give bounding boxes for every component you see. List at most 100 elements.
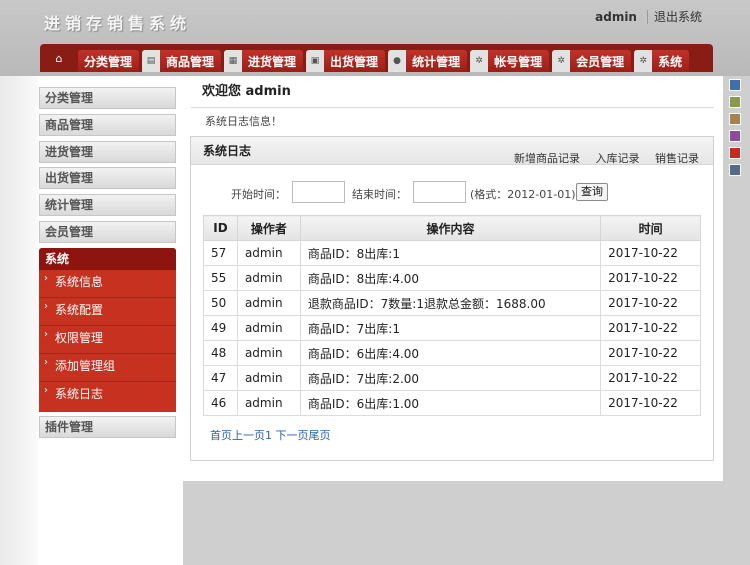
theme-swatch-slate[interactable] — [729, 164, 741, 176]
theme-swatch-red[interactable] — [729, 147, 741, 159]
pagination[interactable]: 首页上一页1 下一页尾页 — [210, 427, 331, 443]
nav-tab-label: 分类管理 — [84, 54, 133, 69]
cell-operator: admin — [236, 390, 301, 416]
cell-content: 商品ID：7出库:1 — [299, 315, 602, 341]
sidebar-item-member[interactable]: 会员管理 — [39, 221, 176, 243]
arrow-icon: › — [44, 301, 48, 312]
table-row: 57 admin 商品ID：8出库:1 2017-10-22 — [203, 240, 701, 266]
start-time-label: 开始时间： — [231, 188, 286, 201]
document-icon: ▦ — [224, 50, 243, 72]
nav-tab-purchase[interactable]: ▦ 进货管理 — [224, 50, 304, 72]
date-filter: 开始时间： 结束时间： (格式：2012-01-01) 查询 — [191, 181, 713, 205]
sidebar-sub-add-group[interactable]: › 添加管理组 — [39, 354, 176, 382]
nav-tab-product[interactable]: ▤ 商品管理 — [142, 50, 222, 72]
sidebar-system-group: 系统 › 系统信息 › 系统配置 › 权限管理 › 添加管理组 › 系统日志 — [39, 248, 176, 412]
nav-tab-category[interactable]: 分类管理 — [78, 50, 140, 72]
theme-swatch-olive[interactable] — [729, 96, 741, 108]
nav-tab-shipment[interactable]: ▣ 出货管理 — [306, 50, 386, 72]
cell-id: 50 — [203, 290, 238, 316]
nav-tab-account[interactable]: ✲ 帐号管理 — [470, 50, 550, 72]
cell-id: 49 — [203, 315, 238, 341]
cell-time: 2017-10-22 — [600, 390, 701, 416]
theme-swatch-brown[interactable] — [729, 113, 741, 125]
gear-icon: ✲ — [470, 50, 489, 72]
col-id: ID — [203, 215, 238, 241]
cell-content: 退款商品ID：7数量:1退款总金额：1688.00 — [299, 290, 602, 316]
sidebar-sub-label: 权限管理 — [55, 331, 104, 345]
nav-tab-label: 出货管理 — [330, 54, 379, 69]
sidebar-sub-system-log[interactable]: › 系统日志 — [39, 382, 176, 410]
app-title: 进销存销售系统 — [44, 14, 192, 33]
home-icon[interactable]: ⌂ — [44, 46, 74, 70]
start-time-input[interactable] — [292, 181, 345, 203]
cell-id: 48 — [203, 340, 238, 366]
table-row: 49 admin 商品ID：7出库:1 2017-10-22 — [203, 315, 701, 341]
logout-link[interactable]: 退出系统 — [648, 8, 708, 25]
format-hint: (格式：2012-01-01) — [470, 188, 576, 201]
cell-operator: admin — [236, 315, 301, 341]
sidebar-sub-label: 系统配置 — [55, 303, 104, 317]
arrow-icon: › — [44, 329, 48, 340]
arrow-icon: › — [44, 273, 48, 284]
sidebar-item-plugins[interactable]: 插件管理 — [39, 416, 176, 438]
arrow-icon: › — [44, 385, 48, 396]
end-time-input[interactable] — [413, 181, 466, 203]
main-nav: ⌂ 分类管理 ▤ 商品管理 ▦ 进货管理 ▣ 出货管理 ● 统计管理 ✲ 帐号管… — [40, 44, 713, 72]
sidebar-system-title[interactable]: 系统 — [39, 248, 176, 270]
cell-content: 商品ID：6出库:4.00 — [299, 340, 602, 366]
stock-in-records-link[interactable]: 入库记录 — [596, 152, 640, 165]
col-operator: 操作者 — [236, 215, 301, 241]
sidebar-shade — [0, 76, 38, 565]
log-table: ID 操作者 操作内容 时间 57 admin 商品ID：8出库:1 2017-… — [203, 215, 701, 416]
cell-id: 57 — [203, 240, 238, 266]
nav-tab-label: 进货管理 — [248, 54, 297, 69]
sidebar-item-statistics[interactable]: 统计管理 — [39, 194, 176, 216]
table-row: 55 admin 商品ID：8出库:4.00 2017-10-22 — [203, 265, 701, 291]
top-links: admin 退出系统 — [589, 8, 708, 25]
table-row: 50 admin 退款商品ID：7数量:1退款总金额：1688.00 2017-… — [203, 290, 701, 316]
cell-content: 商品ID：7出库:2.00 — [299, 365, 602, 391]
cell-time: 2017-10-22 — [600, 340, 701, 366]
sidebar-sub-label: 系统信息 — [55, 275, 104, 289]
new-product-records-link[interactable]: 新增商品记录 — [514, 152, 580, 165]
cell-time: 2017-10-22 — [600, 290, 701, 316]
header: 进销存销售系统 admin 退出系统 ⌂ 分类管理 ▤ 商品管理 ▦ 进货管理 ▣… — [0, 0, 750, 76]
sidebar-item-product[interactable]: 商品管理 — [39, 114, 176, 136]
sidebar-sub-system-info[interactable]: › 系统信息 — [39, 270, 176, 298]
welcome-title: 欢迎您 admin — [191, 78, 714, 108]
sidebar-item-purchase[interactable]: 进货管理 — [39, 141, 176, 163]
nav-tab-label: 商品管理 — [166, 54, 215, 69]
end-time-label: 结束时间： — [352, 188, 407, 201]
table-row: 48 admin 商品ID：6出库:4.00 2017-10-22 — [203, 340, 701, 366]
gear-icon: ✲ — [634, 50, 653, 72]
nav-tab-system[interactable]: ✲ 系统 — [634, 50, 690, 72]
cell-time: 2017-10-22 — [600, 315, 701, 341]
notice-text: 系统日志信息！ — [205, 115, 282, 128]
theme-swatch-purple[interactable] — [729, 130, 741, 142]
sidebar-item-category[interactable]: 分类管理 — [39, 87, 176, 109]
nav-tab-label: 会员管理 — [576, 54, 625, 69]
cell-operator: admin — [236, 240, 301, 266]
query-button[interactable]: 查询 — [576, 183, 608, 201]
sidebar-sub-label: 系统日志 — [55, 387, 104, 401]
sidebar-sub-system-config[interactable]: › 系统配置 — [39, 298, 176, 326]
copy-icon: ▣ — [306, 50, 325, 72]
nav-tab-statistics[interactable]: ● 统计管理 — [388, 50, 468, 72]
globe-icon: ● — [388, 50, 407, 72]
sidebar-sub-label: 添加管理组 — [55, 359, 116, 373]
cell-content: 商品ID：8出库:1 — [299, 240, 602, 266]
sidebar-sub-permissions[interactable]: › 权限管理 — [39, 326, 176, 354]
nav-tab-label: 系统 — [658, 54, 683, 69]
cell-time: 2017-10-22 — [600, 265, 701, 291]
cell-id: 47 — [203, 365, 238, 391]
sales-records-link[interactable]: 销售记录 — [655, 152, 699, 165]
sidebar-item-shipment[interactable]: 出货管理 — [39, 167, 176, 189]
theme-swatch-blue[interactable] — [729, 79, 741, 91]
cell-content: 商品ID：8出库:4.00 — [299, 265, 602, 291]
cell-operator: admin — [236, 265, 301, 291]
nav-tab-member[interactable]: ✲ 会员管理 — [552, 50, 632, 72]
table-header-row: ID 操作者 操作内容 时间 — [203, 215, 701, 241]
cell-operator: admin — [236, 340, 301, 366]
cell-id: 55 — [203, 265, 238, 291]
current-user[interactable]: admin — [589, 10, 648, 24]
